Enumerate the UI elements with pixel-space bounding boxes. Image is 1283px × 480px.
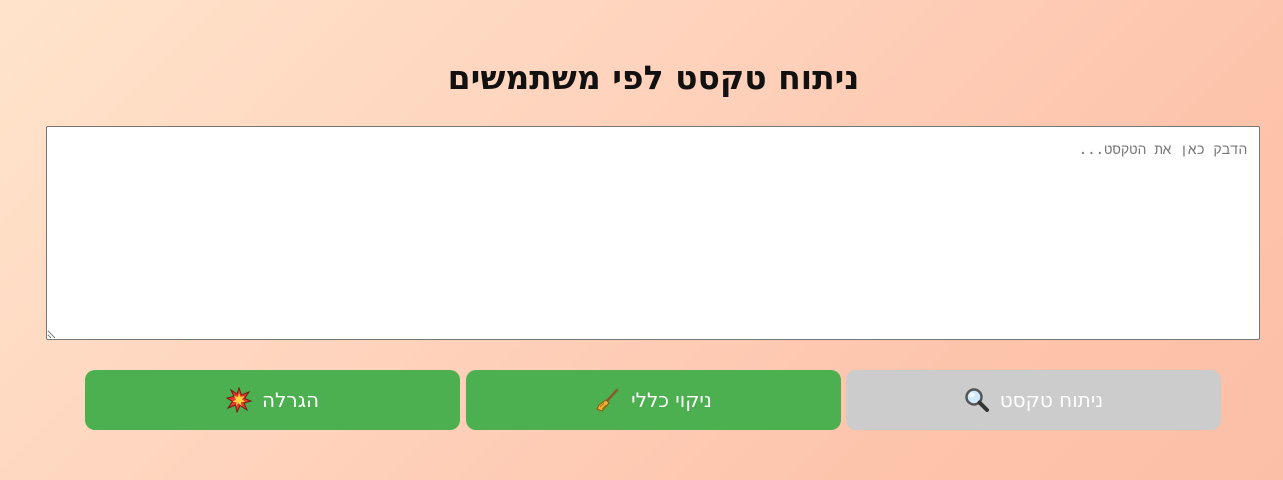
raffle-button-label: הגרלה [261,388,320,412]
analyze-text-button[interactable]: ניתוח טקסט [846,370,1221,430]
raffle-button[interactable]: הגרלה [85,370,460,430]
text-input-wrapper [46,126,1260,340]
clear-all-button[interactable]: ניקוי כללי [466,370,841,430]
text-input[interactable] [46,126,1260,340]
clear-button-label: ניקוי כללי [631,388,712,412]
broom-icon [595,387,621,413]
analyze-button-label: ניתוח טקסט [999,388,1104,412]
page-title: ניתוח טקסט לפי משתמשים [447,58,860,97]
collision-icon [225,387,252,413]
magnifier-icon [964,387,990,413]
